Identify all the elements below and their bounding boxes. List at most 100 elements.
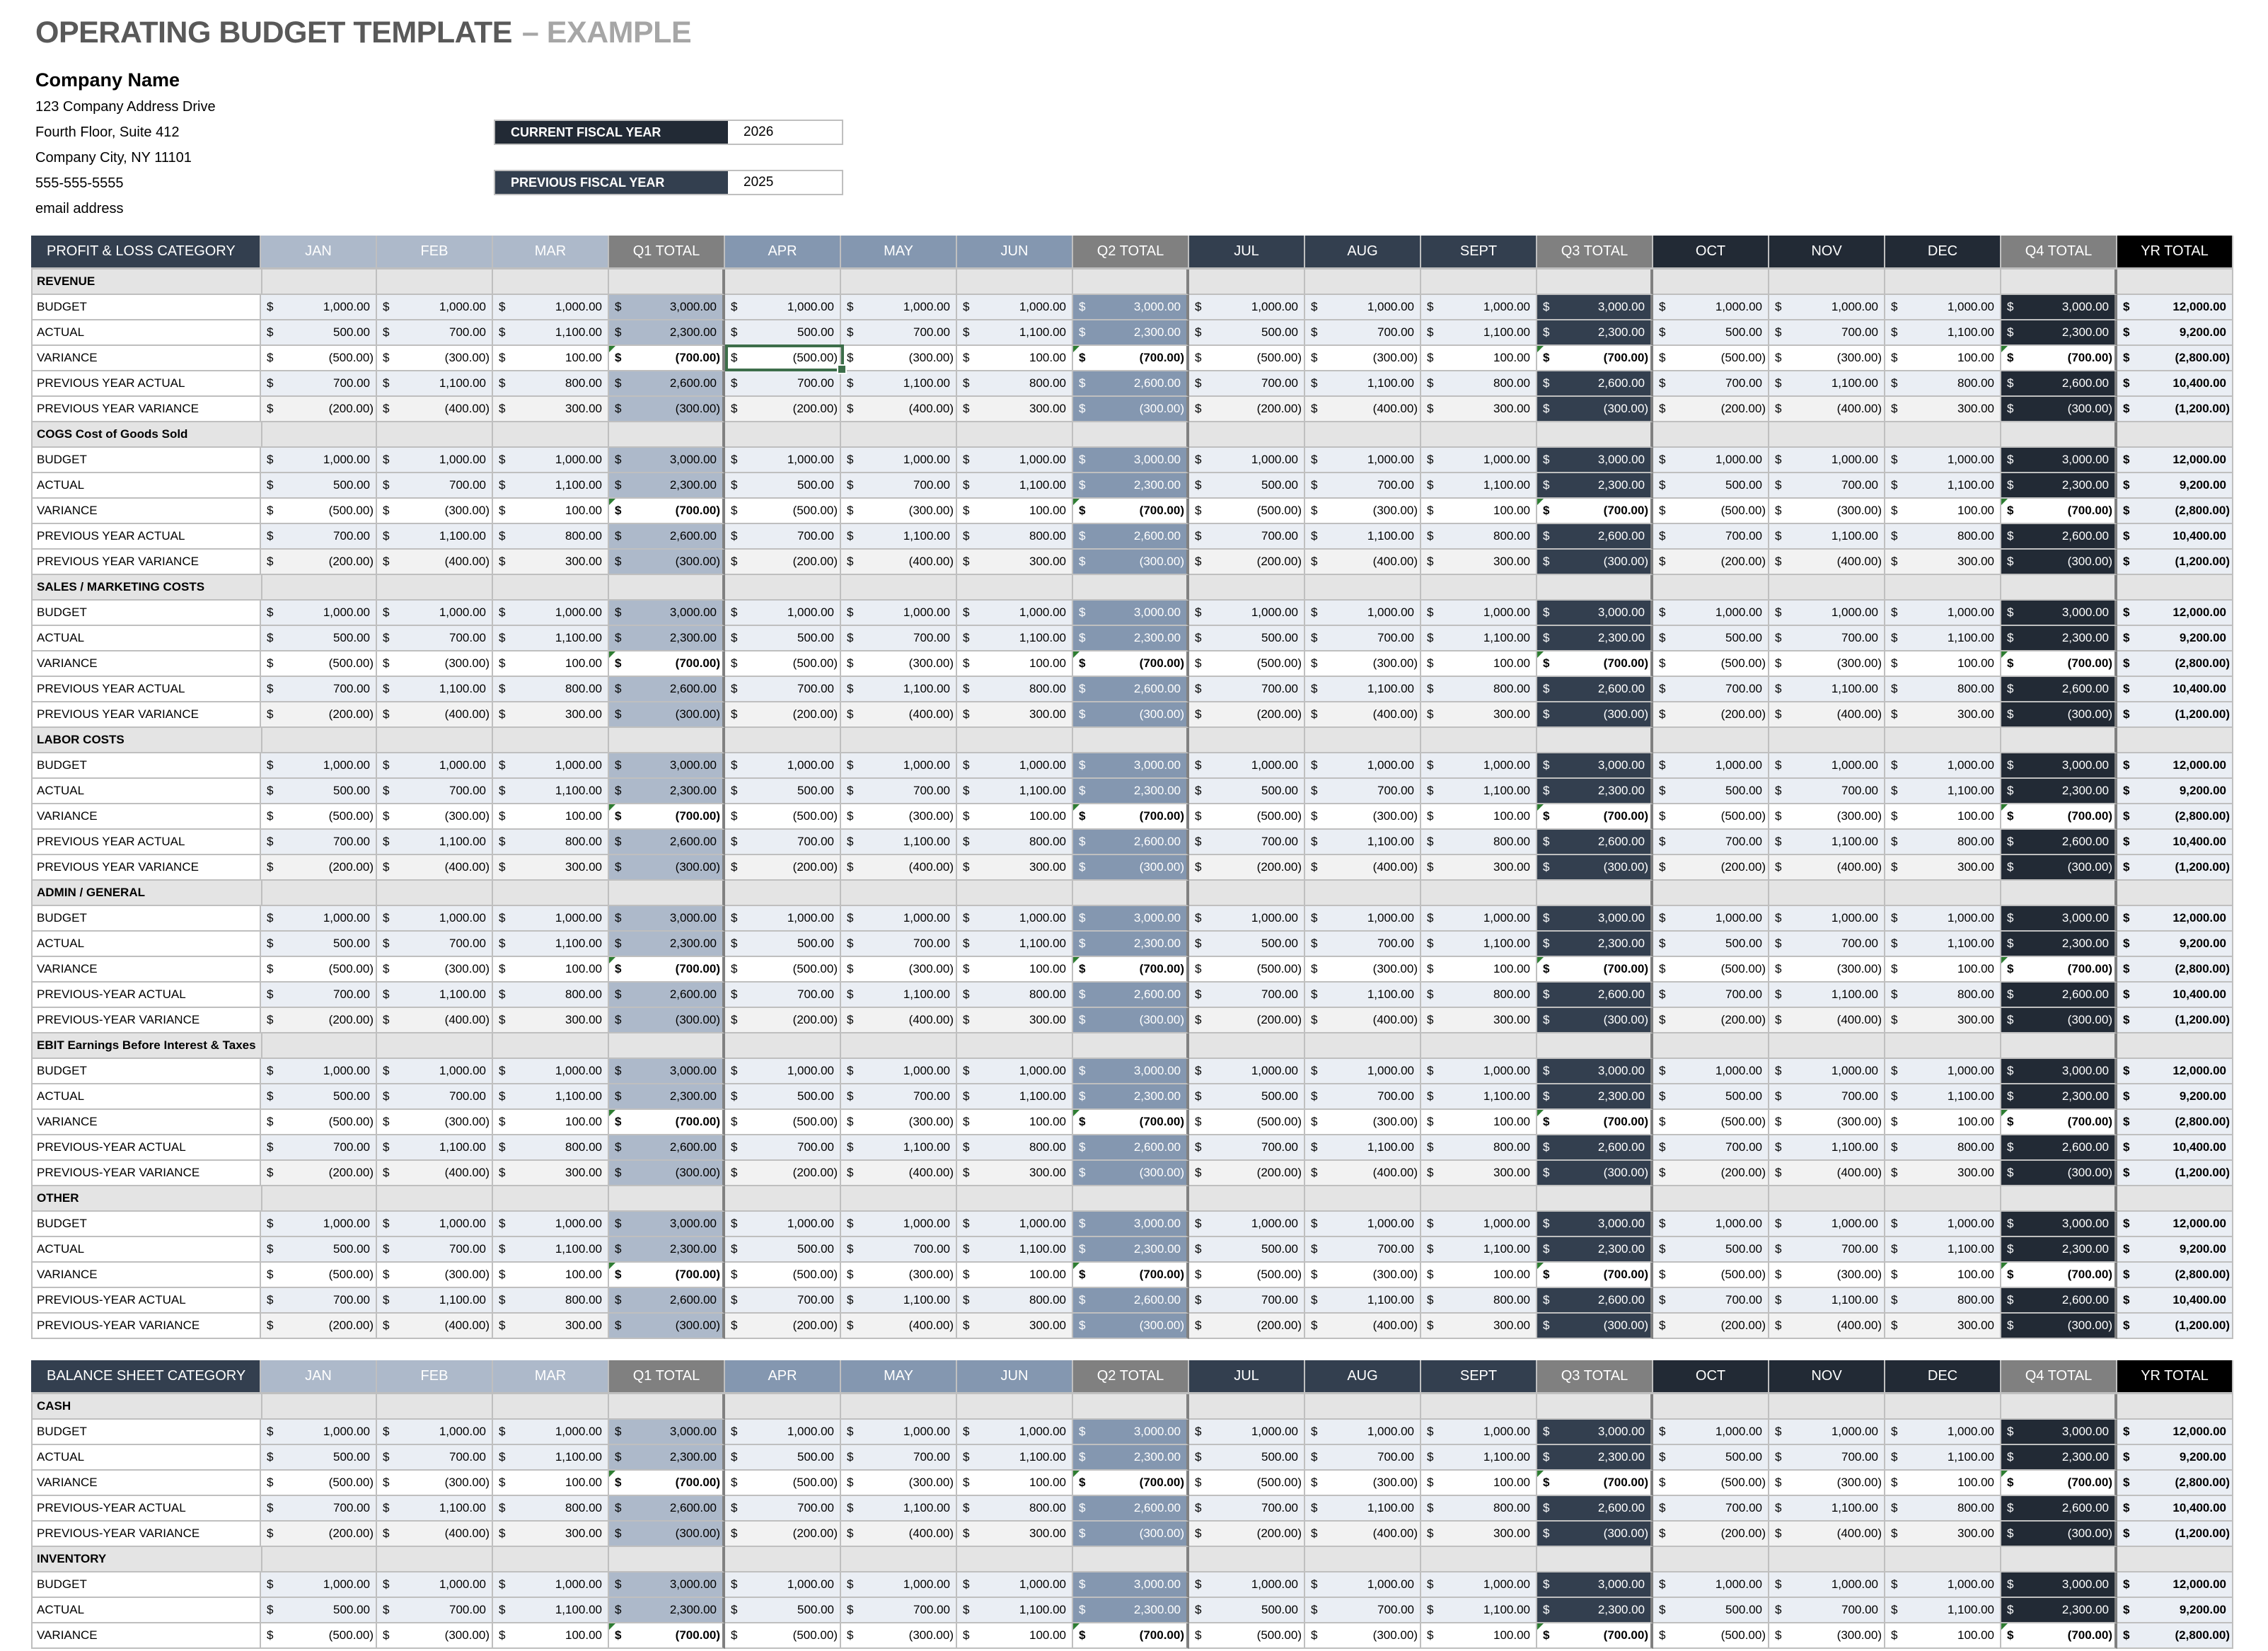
value-cell[interactable]: $ (300.00): [1769, 804, 1885, 830]
value-cell[interactable]: $700.00: [725, 524, 841, 550]
value-cell[interactable]: $ (300.00): [377, 1110, 493, 1135]
value-cell[interactable]: $3,000.00: [609, 1059, 725, 1084]
value-cell[interactable]: $100.00: [1421, 1110, 1537, 1135]
value-cell[interactable]: $1,000.00: [1653, 448, 1769, 473]
column-header-apr[interactable]: APR: [725, 1360, 841, 1394]
value-cell[interactable]: $1,100.00: [1305, 524, 1421, 550]
section-cell[interactable]: [1305, 728, 1421, 753]
section-label[interactable]: LABOR COSTS: [31, 728, 261, 753]
value-cell[interactable]: $ (300.00): [377, 1263, 493, 1288]
row-label[interactable]: ACTUAL: [31, 1598, 261, 1623]
section-cell[interactable]: [1769, 1186, 1885, 1212]
value-cell[interactable]: $2,300.00: [1537, 473, 1653, 499]
section-cell[interactable]: [1653, 270, 1769, 295]
value-cell[interactable]: $1,100.00: [957, 1237, 1073, 1263]
column-header-jul[interactable]: JUL: [1189, 236, 1305, 270]
value-cell[interactable]: $ (500.00): [1653, 1623, 1769, 1649]
value-cell[interactable]: $1,100.00: [1769, 677, 1885, 702]
row-label[interactable]: PREVIOUS-YEAR VARIANCE: [31, 1161, 261, 1186]
value-cell[interactable]: $2,300.00: [2001, 626, 2117, 651]
value-cell[interactable]: $3,000.00: [609, 295, 725, 320]
value-cell[interactable]: $2,600.00: [2001, 830, 2117, 855]
value-cell[interactable]: $1,100.00: [493, 1445, 609, 1471]
section-cell[interactable]: [609, 1033, 725, 1059]
section-cell[interactable]: [1885, 575, 2001, 601]
value-cell[interactable]: $700.00: [841, 626, 957, 651]
value-cell[interactable]: $1,100.00: [1421, 320, 1537, 346]
value-cell[interactable]: $ (500.00): [725, 804, 841, 830]
value-cell[interactable]: $3,000.00: [2001, 295, 2117, 320]
value-cell[interactable]: $ (200.00): [1653, 1522, 1769, 1547]
section-cell[interactable]: [377, 1394, 493, 1420]
value-cell[interactable]: $ (300.00): [377, 957, 493, 983]
row-label[interactable]: ACTUAL: [31, 779, 261, 804]
value-cell[interactable]: $2,600.00: [2001, 1496, 2117, 1522]
value-cell[interactable]: $ (400.00): [841, 550, 957, 575]
value-cell[interactable]: $10,400.00: [2117, 830, 2233, 855]
value-cell[interactable]: $500.00: [261, 1084, 377, 1110]
value-cell[interactable]: $700.00: [725, 677, 841, 702]
value-cell[interactable]: $800.00: [957, 524, 1073, 550]
section-cell[interactable]: [957, 1186, 1073, 1212]
value-cell[interactable]: $ (300.00): [1073, 1008, 1189, 1033]
value-cell[interactable]: $ (400.00): [1769, 1314, 1885, 1339]
section-cell[interactable]: [1769, 728, 1885, 753]
value-cell[interactable]: $ (700.00): [609, 1263, 725, 1288]
row-label[interactable]: VARIANCE: [31, 1471, 261, 1496]
section-cell[interactable]: [1073, 1547, 1189, 1572]
value-cell[interactable]: $300.00: [1885, 1314, 2001, 1339]
value-cell[interactable]: $3,000.00: [1537, 753, 1653, 779]
value-cell[interactable]: $9,200.00: [2117, 1084, 2233, 1110]
value-cell[interactable]: $ (300.00): [1305, 346, 1421, 371]
section-cell[interactable]: [261, 1186, 377, 1212]
value-cell[interactable]: $800.00: [1885, 524, 2001, 550]
value-cell[interactable]: $1,100.00: [1421, 626, 1537, 651]
value-cell[interactable]: $700.00: [1305, 1445, 1421, 1471]
section-cell[interactable]: [2117, 728, 2233, 753]
value-cell[interactable]: $ (700.00): [2001, 1471, 2117, 1496]
value-cell[interactable]: $2,600.00: [1537, 371, 1653, 397]
value-cell[interactable]: $ (400.00): [841, 1008, 957, 1033]
value-cell[interactable]: $800.00: [957, 677, 1073, 702]
section-cell[interactable]: [1885, 728, 2001, 753]
value-cell[interactable]: $ (500.00): [1189, 1110, 1305, 1135]
section-cell[interactable]: [1885, 1033, 2001, 1059]
value-cell[interactable]: $1,100.00: [957, 779, 1073, 804]
value-cell[interactable]: $2,300.00: [1073, 320, 1189, 346]
value-cell[interactable]: $ (200.00): [1653, 855, 1769, 881]
value-cell[interactable]: $ (200.00): [1653, 1008, 1769, 1033]
value-cell[interactable]: $2,300.00: [609, 932, 725, 957]
value-cell[interactable]: $3,000.00: [1073, 1420, 1189, 1445]
value-cell[interactable]: $300.00: [1885, 702, 2001, 728]
value-cell[interactable]: $100.00: [493, 651, 609, 677]
value-cell[interactable]: $700.00: [1305, 1237, 1421, 1263]
value-cell[interactable]: $500.00: [1653, 320, 1769, 346]
value-cell[interactable]: $ (200.00): [725, 1314, 841, 1339]
value-cell[interactable]: $1,000.00: [1769, 295, 1885, 320]
value-cell[interactable]: $3,000.00: [609, 1572, 725, 1598]
value-cell[interactable]: $1,000.00: [957, 601, 1073, 626]
value-cell[interactable]: $10,400.00: [2117, 524, 2233, 550]
value-cell[interactable]: $1,000.00: [1769, 1572, 1885, 1598]
value-cell[interactable]: $500.00: [1189, 1598, 1305, 1623]
section-cell[interactable]: [261, 881, 377, 906]
value-cell[interactable]: $ (300.00): [1305, 499, 1421, 524]
value-cell[interactable]: $500.00: [1189, 320, 1305, 346]
value-cell[interactable]: $700.00: [1305, 779, 1421, 804]
value-cell[interactable]: $2,600.00: [1073, 983, 1189, 1008]
value-cell[interactable]: $9,200.00: [2117, 1598, 2233, 1623]
section-cell[interactable]: [493, 1033, 609, 1059]
value-cell[interactable]: $1,000.00: [1421, 448, 1537, 473]
value-cell[interactable]: $700.00: [1769, 1598, 1885, 1623]
value-cell[interactable]: $300.00: [493, 1161, 609, 1186]
value-cell[interactable]: $ (200.00): [1189, 1008, 1305, 1033]
value-cell[interactable]: $ (300.00): [1305, 1623, 1421, 1649]
section-cell[interactable]: [1073, 1186, 1189, 1212]
value-cell[interactable]: $700.00: [1189, 1288, 1305, 1314]
value-cell[interactable]: $1,100.00: [1885, 1084, 2001, 1110]
row-label[interactable]: VARIANCE: [31, 1623, 261, 1649]
section-cell[interactable]: [1421, 270, 1537, 295]
value-cell[interactable]: $1,000.00: [957, 753, 1073, 779]
value-cell[interactable]: $500.00: [261, 626, 377, 651]
column-header-aug[interactable]: AUG: [1305, 236, 1421, 270]
